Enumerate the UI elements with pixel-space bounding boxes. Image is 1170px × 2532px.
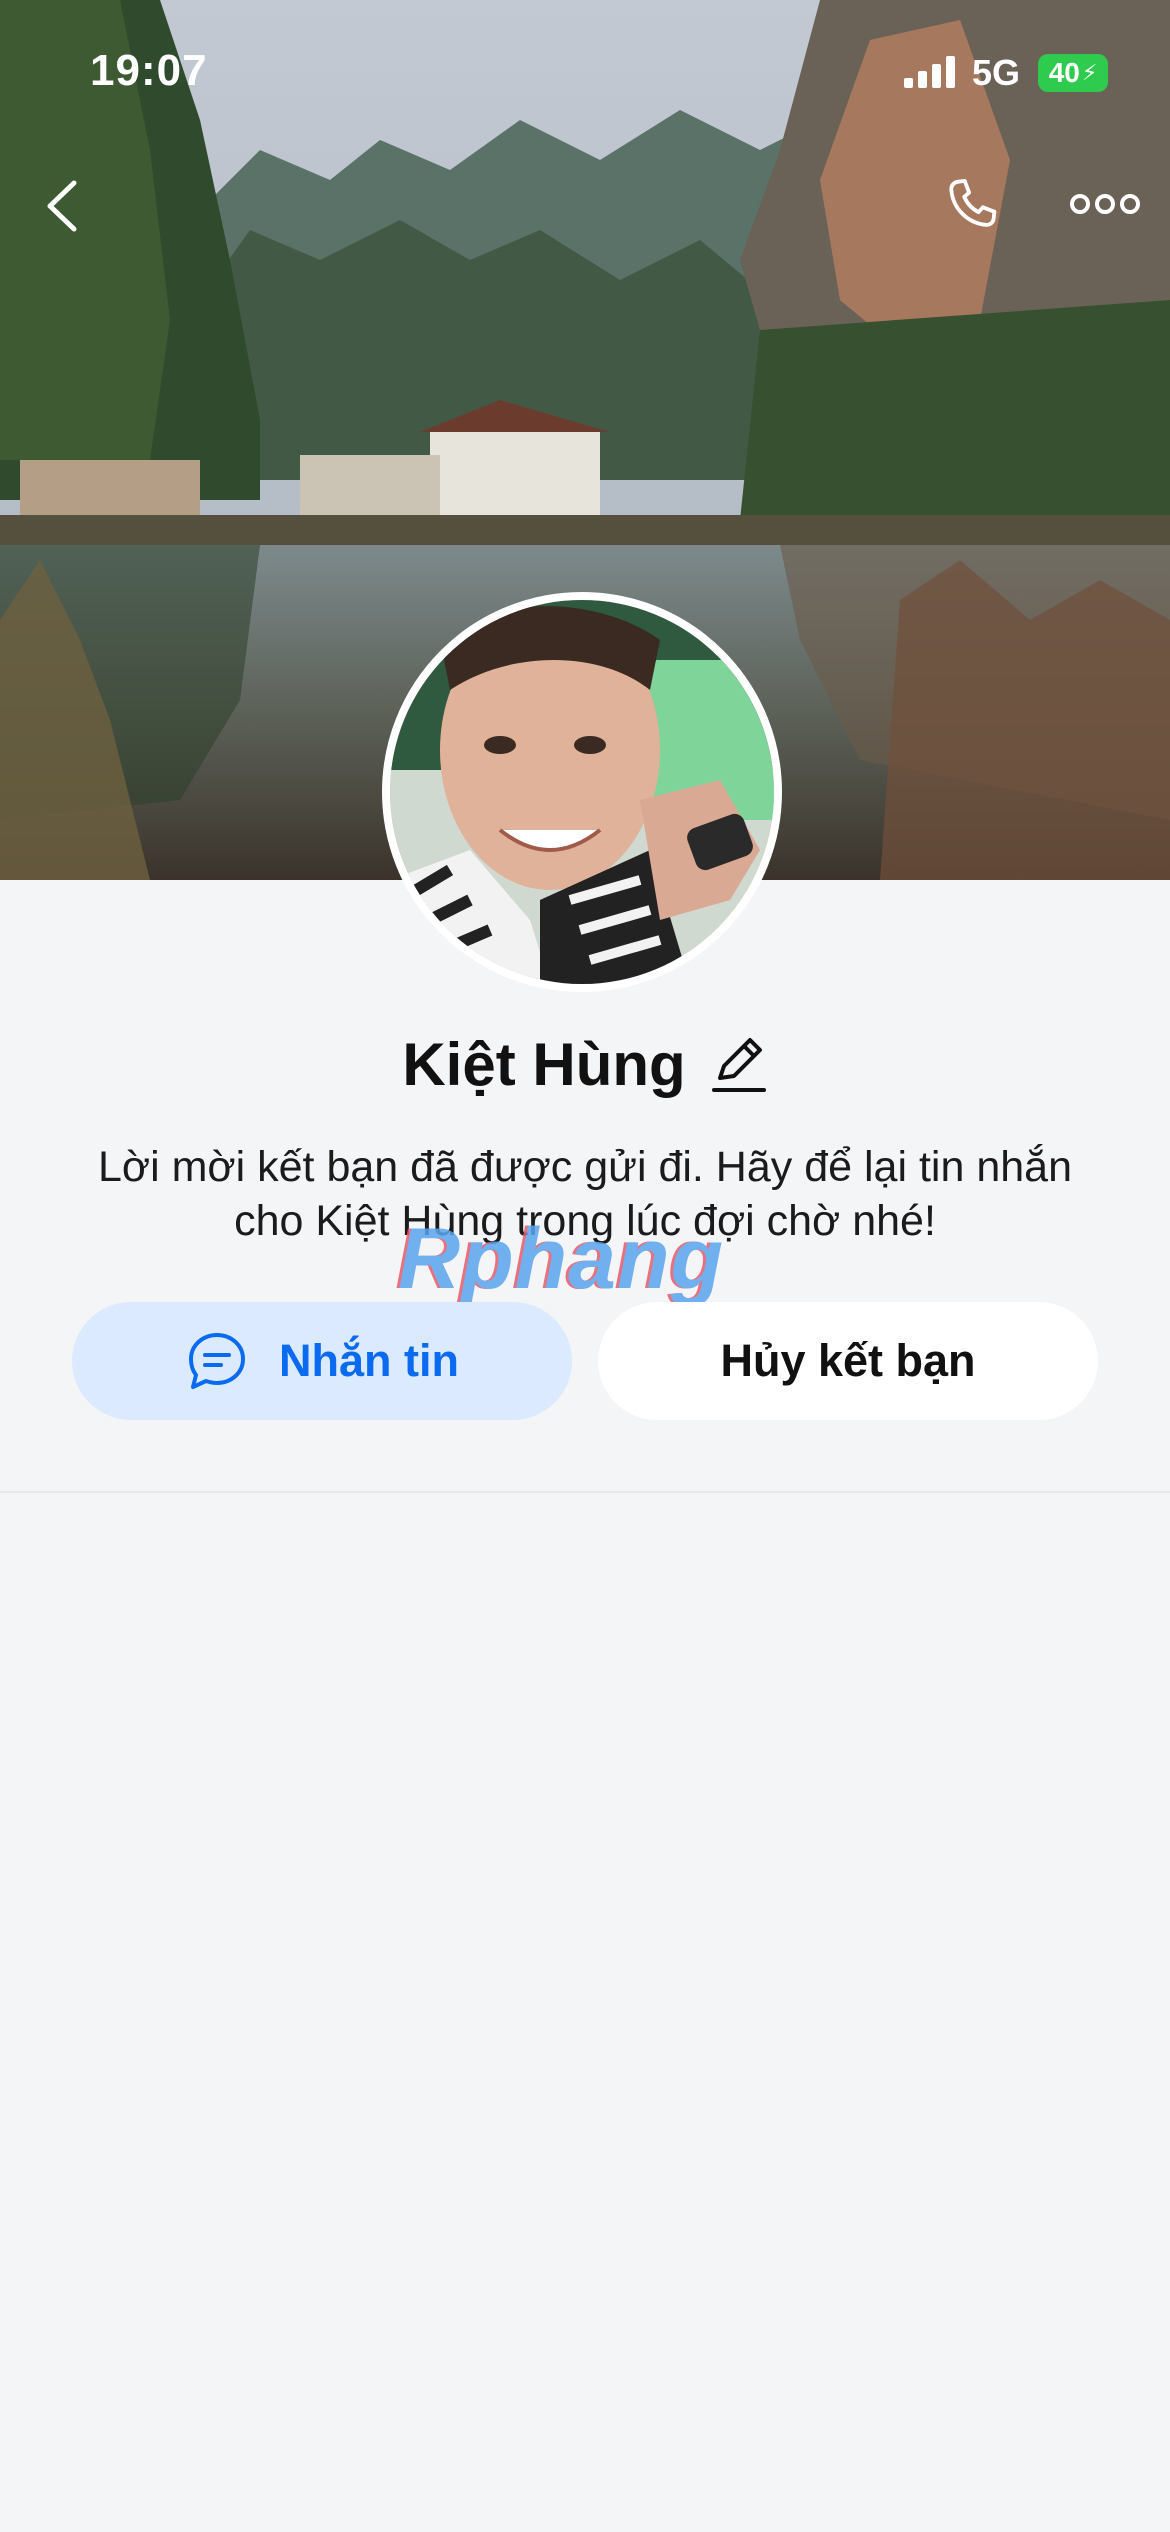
signal-icon — [904, 56, 955, 88]
avatar-photo — [390, 600, 774, 984]
more-button[interactable] — [1068, 186, 1142, 222]
section-divider — [0, 1491, 1170, 1493]
back-icon — [47, 180, 77, 232]
back-button[interactable] — [36, 175, 92, 237]
status-time: 19:07 — [90, 46, 208, 95]
avatar[interactable] — [382, 592, 782, 992]
watermark: Rphang — [398, 1211, 725, 1307]
chat-icon — [189, 1333, 245, 1389]
battery-indicator: 40 ⚡ — [1038, 54, 1108, 92]
phone-icon — [949, 178, 997, 227]
message-button-label: Nhắn tin — [279, 1335, 459, 1386]
cancel-friend-request-button[interactable]: Hủy kết bạn — [598, 1302, 1098, 1420]
charging-icon: ⚡ — [1081, 60, 1098, 85]
profile-name-row: Kiệt Hùng — [0, 1024, 1170, 1104]
network-type: 5G — [972, 52, 1021, 93]
cancel-button-label: Hủy kết bạn — [720, 1335, 976, 1386]
battery-level: 40 — [1048, 57, 1080, 88]
profile-name: Kiệt Hùng — [402, 1030, 686, 1098]
call-button[interactable] — [940, 174, 1006, 240]
status-bar: 19:07 5G 40 ⚡ — [0, 0, 1170, 140]
message-button[interactable]: Nhắn tin — [72, 1302, 572, 1420]
more-icon — [1070, 194, 1140, 214]
edit-icon[interactable] — [710, 1032, 768, 1096]
